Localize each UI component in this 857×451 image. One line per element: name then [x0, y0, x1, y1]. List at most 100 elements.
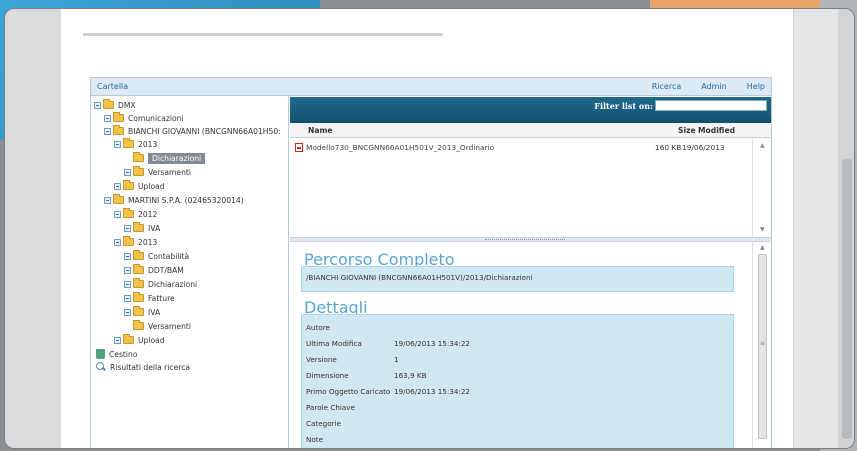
tree-label: Upload — [138, 335, 165, 345]
tree-label: BIANCHI GIOVANNI (BNCGNN66A01H50: — [128, 126, 281, 136]
menu-help[interactable]: Help — [747, 82, 765, 91]
tree-label: DDT/BAM — [148, 265, 184, 275]
list-columns: Name Size Modified — [290, 123, 771, 138]
tree-node-2012[interactable]: 2012 — [114, 207, 157, 221]
menu-cartella[interactable]: Cartella — [97, 82, 128, 91]
expand-icon[interactable] — [104, 114, 111, 122]
expand-icon[interactable] — [114, 336, 121, 344]
prop-value: 163,9 KB — [394, 371, 427, 380]
tree-node-upload-bianchi[interactable]: Upload — [114, 179, 165, 193]
tree-node-bianchi[interactable]: BIANCHI GIOVANNI (BNCGNN66A01H50: — [104, 124, 281, 138]
collapse-icon[interactable] — [114, 140, 121, 148]
expand-icon[interactable] — [124, 168, 131, 176]
folder-icon — [123, 334, 134, 344]
tree-node-dichiarazioni-martini[interactable]: Dichiarazioni — [124, 277, 197, 291]
tree-node-upload-martini[interactable]: Upload — [114, 333, 165, 347]
scroll-up-icon[interactable]: ▲ — [760, 244, 765, 251]
folder-icon — [133, 250, 144, 260]
expand-icon[interactable] — [124, 266, 131, 274]
prop-key: Versione — [306, 355, 337, 364]
tree-node-dichiarazioni-selected[interactable]: Dichiarazioni — [133, 151, 206, 165]
filter-label: Filter list on: — [594, 101, 653, 111]
right-bar — [793, 9, 838, 448]
tree-label: DMX — [118, 100, 136, 110]
grip-icon: ≡ — [760, 340, 766, 347]
filter-input[interactable] — [655, 100, 767, 111]
prop-categorie: Categorie — [306, 419, 394, 428]
expand-icon[interactable] — [124, 294, 131, 302]
folder-icon — [133, 222, 144, 232]
folder-icon — [103, 99, 114, 109]
page-screen: Cartella Ricerca Admin Help DMX Comunica… — [61, 9, 793, 448]
expand-icon[interactable] — [124, 280, 131, 288]
file-modified: 19/06/2013 — [682, 143, 725, 152]
scroll-down-icon[interactable]: ▼ — [760, 226, 765, 233]
tree-label: Cestino — [109, 349, 138, 359]
tree-node-ddt-bam[interactable]: DDT/BAM — [124, 263, 184, 277]
search-icon — [96, 362, 106, 372]
tree-node-comunicazioni[interactable]: Comunicazioni — [104, 111, 184, 125]
menubar: Cartella Ricerca Admin Help — [91, 78, 771, 96]
list-scrollbar[interactable]: ▲ ▼ — [752, 138, 771, 237]
expand-icon[interactable] — [114, 182, 121, 190]
column-name[interactable]: Name — [308, 126, 333, 135]
collapse-icon[interactable] — [114, 238, 121, 246]
tree-node-cestino[interactable]: Cestino — [96, 347, 137, 361]
details-panel: Percorso Completo /BIANCHI GIOVANNI (BNC… — [290, 242, 750, 448]
prop-key: Autore — [306, 323, 330, 332]
collapse-icon[interactable] — [114, 210, 121, 218]
tree-node-2013-bianchi[interactable]: 2013 — [114, 137, 157, 151]
tree-node-risultati[interactable]: Risultati della ricerca — [96, 360, 190, 374]
folder-icon — [133, 166, 144, 176]
tree-node-dmx[interactable]: DMX — [94, 98, 136, 112]
prop-parole-chiave: Parole Chiave — [306, 403, 394, 412]
tree-node-iva-2013[interactable]: IVA — [124, 305, 160, 319]
tree-node-versamenti[interactable]: Versamenti — [124, 165, 191, 179]
prop-primo-oggetto: Primo Oggetto Caricato 19/06/2013 15:34:2… — [306, 387, 470, 396]
tree-label: Dichiarazioni — [148, 279, 198, 289]
column-size[interactable]: Size — [678, 126, 696, 135]
folder-icon — [123, 138, 134, 148]
expand-icon[interactable] — [124, 308, 131, 316]
tree-node-versamenti-martini[interactable]: Versamenti — [133, 319, 191, 333]
tree-label-selected: Dichiarazioni — [148, 152, 206, 164]
menu-admin[interactable]: Admin — [701, 82, 727, 91]
collapse-icon[interactable] — [94, 101, 101, 109]
folder-icon — [123, 180, 134, 190]
tree-node-2013-martini[interactable]: 2013 — [114, 235, 157, 249]
scroll-up-icon[interactable]: ▲ — [760, 142, 765, 149]
details-box: Autore Ultima Modifica 19/06/2013 15:34:2… — [301, 314, 734, 448]
page-scrollbar[interactable] — [838, 9, 854, 448]
folder-icon — [133, 264, 144, 274]
column-modified[interactable]: Modified — [698, 126, 735, 135]
folder-icon — [133, 152, 144, 162]
collapse-icon[interactable] — [104, 196, 111, 204]
tree-label: MARTINI S.P.A. (02465320014) — [128, 195, 244, 205]
prop-key: Categorie — [306, 419, 341, 428]
tree-node-fatture[interactable]: Fatture — [124, 291, 175, 305]
prop-value: 19/06/2013 15:34:22 — [394, 339, 470, 348]
expand-icon[interactable] — [124, 252, 131, 260]
details-scrollbar[interactable]: ▲ ≡ — [752, 242, 771, 448]
file-name[interactable]: Modello730_BNCGNN66A01H501V_2013_Ordinar… — [306, 143, 494, 152]
menu-ricerca[interactable]: Ricerca — [652, 82, 682, 91]
full-path: /BIANCHI GIOVANNI (BNCGNN66A01H501V)/201… — [306, 273, 533, 282]
path-box: /BIANCHI GIOVANNI (BNCGNN66A01H501V)/201… — [301, 266, 734, 292]
tree-label: 2013 — [138, 237, 158, 247]
prop-key: Primo Oggetto Caricato — [306, 387, 391, 396]
tree-node-iva-2012[interactable]: IVA — [124, 221, 160, 235]
file-row[interactable]: Modello730_BNCGNN66A01H501V_2013_Ordinar… — [290, 141, 752, 154]
expand-icon[interactable] — [124, 224, 131, 232]
prop-value: 19/06/2013 15:34:22 — [394, 387, 470, 396]
tree-node-contabilita[interactable]: Contabilità — [124, 249, 189, 263]
collapse-icon[interactable] — [104, 127, 111, 135]
list-header-bar: Filter list on: — [290, 97, 771, 123]
folder-icon — [113, 112, 124, 122]
tree-label: Contabilità — [148, 251, 190, 261]
tree-node-martini[interactable]: MARTINI S.P.A. (02465320014) — [104, 193, 244, 207]
trash-icon — [96, 349, 105, 359]
page-scroll-thumb[interactable] — [842, 159, 852, 439]
tree-label: 2012 — [138, 209, 158, 219]
folder-icon — [113, 125, 124, 135]
header-divider — [83, 33, 443, 36]
